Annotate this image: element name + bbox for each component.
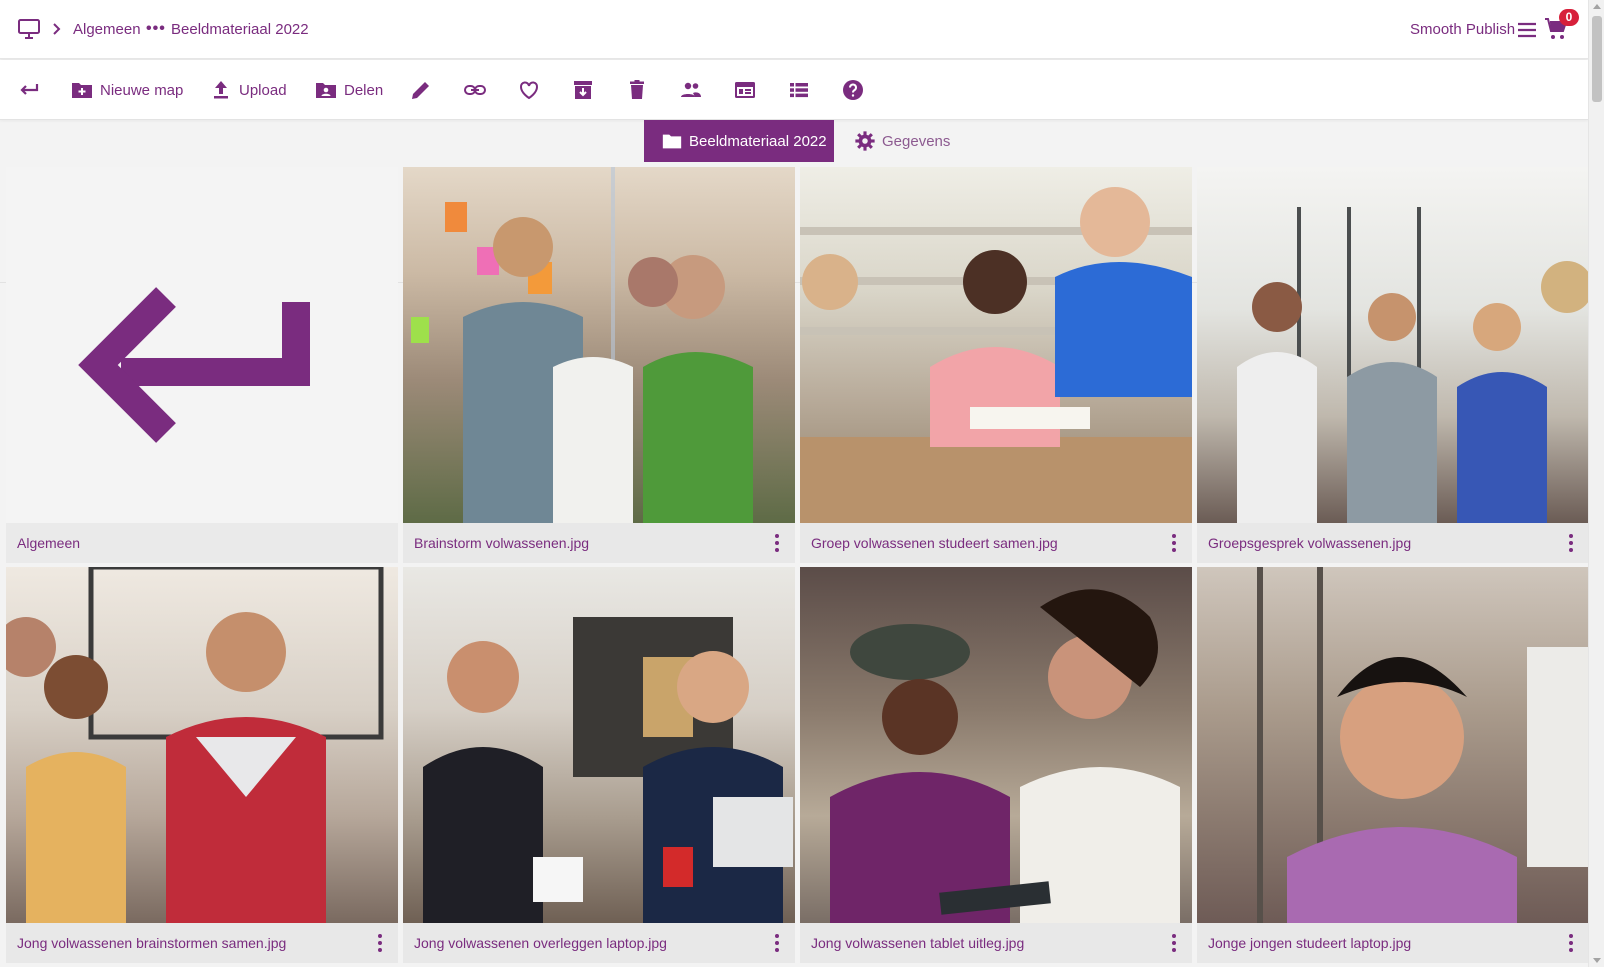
- grid-item[interactable]: Jong volwassenen overleggen laptop.jpg: [403, 567, 795, 963]
- folder-icon: [662, 134, 682, 149]
- share-button[interactable]: Delen: [314, 78, 383, 102]
- more-options-icon[interactable]: [773, 933, 781, 953]
- scrollbar-thumb[interactable]: [1592, 16, 1602, 102]
- share-folder-icon: [316, 83, 336, 98]
- heart-icon: [520, 81, 538, 100]
- link-button[interactable]: [463, 78, 487, 102]
- grid-item-caption: Groepsgesprek volwassenen.jpg: [1197, 523, 1589, 563]
- more-options-icon[interactable]: [773, 533, 781, 553]
- more-options-icon[interactable]: [376, 933, 384, 953]
- tile-view-icon: [735, 82, 755, 98]
- grid-item-caption: Jong volwassenen tablet uitleg.jpg: [800, 923, 1192, 963]
- more-options-icon[interactable]: [1567, 933, 1575, 953]
- breadcrumb-ellipsis[interactable]: •••: [146, 20, 166, 38]
- grid-item-parent-folder[interactable]: Algemeen: [6, 167, 398, 563]
- photo-young-brainstorm: [6, 567, 384, 923]
- scroll-up-arrow-icon[interactable]: [1593, 4, 1601, 9]
- gear-icon: [855, 131, 875, 151]
- grid-item-name: Algemeen: [17, 535, 81, 551]
- grid-item[interactable]: Jonge jongen studeert laptop.jpg: [1197, 567, 1589, 963]
- grid-item-caption: Algemeen: [6, 523, 398, 563]
- grid-item[interactable]: Groepsgesprek volwassenen.jpg: [1197, 167, 1589, 563]
- tab-gegevens[interactable]: Gegevens: [854, 120, 950, 162]
- photo-tablet: [830, 589, 1180, 923]
- more-options-icon[interactable]: [1170, 533, 1178, 553]
- list-view-icon: [790, 83, 808, 98]
- upload-icon: [214, 81, 228, 99]
- new-folder-button[interactable]: Nieuwe map: [70, 78, 183, 102]
- pencil-icon: [412, 82, 429, 99]
- new-folder-icon: [72, 83, 92, 98]
- grid-item-caption: Jonge jongen studeert laptop.jpg: [1197, 923, 1589, 963]
- grid-item-name: Jong volwassenen brainstormen samen.jpg: [17, 935, 287, 951]
- hamburger-menu-icon[interactable]: [1516, 20, 1538, 40]
- upload-button[interactable]: Upload: [209, 78, 287, 102]
- more-options-icon[interactable]: [1567, 533, 1575, 553]
- grid-item-name: Groep volwassenen studeert samen.jpg: [811, 535, 1058, 551]
- list-view-button[interactable]: [787, 78, 811, 102]
- grid-item[interactable]: Jong volwassenen brainstormen samen.jpg: [6, 567, 398, 963]
- favorite-button[interactable]: [517, 78, 541, 102]
- grid-item-caption: Jong volwassenen brainstormen samen.jpg: [6, 923, 398, 963]
- top-bar: Algemeen ••• Beeldmateriaal 2022 Smooth …: [0, 0, 1588, 59]
- tile-view-button[interactable]: [733, 78, 757, 102]
- parent-folder-thumbnail: [6, 167, 398, 523]
- share-label: Delen: [344, 81, 384, 99]
- grid-item[interactable]: Groep volwassenen studeert samen.jpg: [800, 167, 1192, 563]
- photo-laptop-talk: [423, 617, 793, 923]
- tab-beeldmateriaal[interactable]: Beeldmateriaal 2022: [644, 120, 834, 162]
- image-thumbnail: [800, 567, 1192, 923]
- back-arrow-icon: [20, 84, 39, 95]
- image-thumbnail: [403, 167, 795, 523]
- return-arrow-icon: [78, 287, 310, 443]
- grid-item-name: Groepsgesprek volwassenen.jpg: [1208, 535, 1412, 551]
- grid-item-name: Brainstorm volwassenen.jpg: [414, 535, 590, 551]
- image-thumbnail: [1197, 167, 1589, 523]
- trash-icon: [630, 80, 644, 99]
- tab-gegevens-label: Gegevens: [882, 132, 951, 150]
- link-icon: [464, 85, 486, 95]
- grid-item[interactable]: Brainstorm volwassenen.jpg: [403, 167, 795, 563]
- grid-item-name: Jonge jongen studeert laptop.jpg: [1208, 935, 1412, 951]
- archive-button[interactable]: [571, 78, 595, 102]
- breadcrumb-current[interactable]: Beeldmateriaal 2022: [171, 21, 309, 38]
- breadcrumb-algemeen[interactable]: Algemeen: [73, 21, 141, 38]
- archive-icon: [574, 81, 592, 99]
- cart-badge: 0: [1559, 9, 1579, 26]
- tab-bar: Beeldmateriaal 2022 Gegevens: [0, 120, 1588, 283]
- new-folder-label: Nieuwe map: [100, 81, 184, 99]
- grid-item-name: Jong volwassenen overleggen laptop.jpg: [414, 935, 667, 951]
- back-button[interactable]: [17, 78, 41, 102]
- edit-button[interactable]: [409, 78, 433, 102]
- photo-group-talk: [1237, 207, 1589, 523]
- more-options-icon[interactable]: [1170, 933, 1178, 953]
- help-button[interactable]: [841, 78, 865, 102]
- image-thumbnail: [6, 567, 398, 923]
- vertical-scrollbar[interactable]: [1588, 0, 1604, 967]
- tab-beeldmateriaal-label: Beeldmateriaal 2022: [689, 132, 827, 150]
- brand-name[interactable]: Smooth Publish: [1410, 21, 1515, 38]
- grid-item[interactable]: Jong volwassenen tablet uitleg.jpg: [800, 567, 1192, 963]
- image-thumbnail: [403, 567, 795, 923]
- monitor-icon[interactable]: [17, 17, 41, 41]
- photo-study-group: [800, 187, 1192, 523]
- photo-brainstorm: [411, 167, 753, 523]
- grid-item-caption: Brainstorm volwassenen.jpg: [403, 523, 795, 563]
- toolbar: Nieuwe map Upload Delen: [0, 60, 1588, 120]
- help-icon: [843, 80, 863, 100]
- grid-item-name: Jong volwassenen tablet uitleg.jpg: [811, 935, 1025, 951]
- photo-boy-laptop: [1257, 567, 1589, 923]
- users-button[interactable]: [679, 78, 703, 102]
- grid-item-caption: Jong volwassenen overleggen laptop.jpg: [403, 923, 795, 963]
- people-icon: [681, 82, 701, 97]
- chevron-right-icon: [53, 23, 61, 35]
- scroll-down-arrow-icon[interactable]: [1593, 958, 1601, 963]
- delete-button[interactable]: [625, 78, 649, 102]
- image-thumbnail: [1197, 567, 1589, 923]
- upload-label: Upload: [239, 81, 287, 99]
- image-thumbnail: [800, 167, 1192, 523]
- grid-item-caption: Groep volwassenen studeert samen.jpg: [800, 523, 1192, 563]
